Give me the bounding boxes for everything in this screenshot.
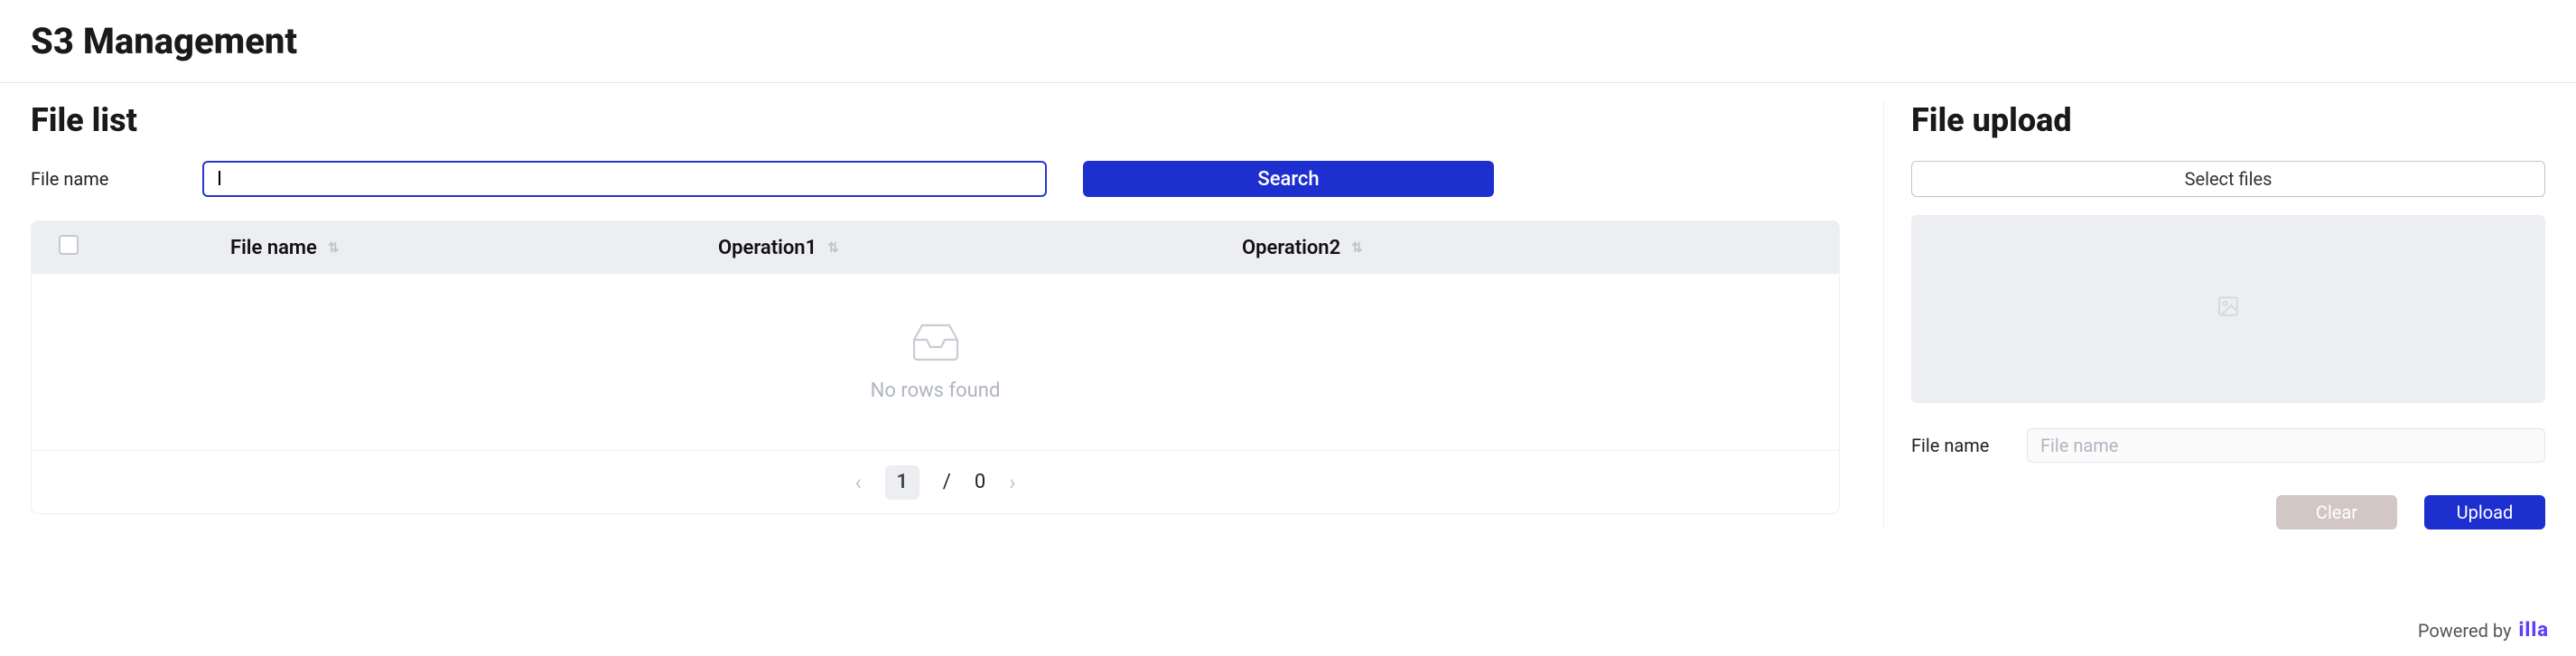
file-preview-box [1911, 215, 2545, 403]
pagination: ‹ 1 / 0 › [32, 450, 1839, 513]
sort-icon: ⇅ [1351, 241, 1363, 255]
file-name-search-label: File name [31, 168, 202, 190]
upload-file-name-input[interactable] [2027, 428, 2545, 463]
search-button[interactable]: Search [1083, 161, 1494, 197]
prev-page-button[interactable]: ‹ [855, 470, 862, 495]
upload-file-name-row: File name [1911, 428, 2545, 463]
illa-logo[interactable]: illa [2518, 619, 2549, 642]
table-empty-state: No rows found [32, 274, 1839, 450]
inbox-icon [911, 322, 960, 367]
header-operation1[interactable]: Operation1 ⇅ [718, 237, 1242, 259]
col-op1-label: Operation1 [718, 237, 817, 259]
sort-icon: ⇅ [827, 241, 839, 255]
total-pages: 0 [975, 471, 985, 493]
select-all-checkbox[interactable] [59, 235, 79, 255]
file-list-title: File list [31, 101, 1840, 139]
search-row: File name Search [31, 161, 1840, 197]
file-list-panel: File list File name Search File name ⇅ O… [31, 101, 1884, 529]
current-page[interactable]: 1 [885, 465, 919, 500]
file-upload-title: File upload [1911, 101, 2545, 139]
page-header: S3 Management [0, 0, 2576, 83]
image-placeholder-icon [2217, 295, 2240, 323]
file-upload-panel: File upload Select files File name Clear… [1884, 101, 2545, 529]
col-file-name-label: File name [230, 237, 317, 259]
next-page-button[interactable]: › [1009, 470, 1015, 495]
header-checkbox-cell [59, 235, 230, 260]
header-operation2[interactable]: Operation2 ⇅ [1242, 237, 1363, 259]
page-separator: / [943, 471, 951, 493]
upload-button-row: Clear Upload [1911, 495, 2545, 529]
file-table: File name ⇅ Operation1 ⇅ Operation2 ⇅ [31, 220, 1840, 514]
file-name-search-input[interactable] [202, 161, 1047, 197]
file-table-header: File name ⇅ Operation1 ⇅ Operation2 ⇅ [32, 221, 1839, 274]
upload-file-name-label: File name [1911, 435, 2000, 456]
select-files-button[interactable]: Select files [1911, 161, 2545, 197]
col-op2-label: Operation2 [1242, 237, 1340, 259]
main-content: File list File name Search File name ⇅ O… [0, 83, 2576, 529]
upload-button[interactable]: Upload [2424, 495, 2545, 529]
sort-icon: ⇅ [328, 241, 340, 255]
header-file-name[interactable]: File name ⇅ [230, 237, 718, 259]
footer: Powered by illa [2418, 619, 2549, 642]
empty-text: No rows found [871, 380, 1001, 402]
clear-button[interactable]: Clear [2276, 495, 2397, 529]
powered-by-label: Powered by [2418, 620, 2512, 642]
page-title: S3 Management [31, 20, 2545, 62]
